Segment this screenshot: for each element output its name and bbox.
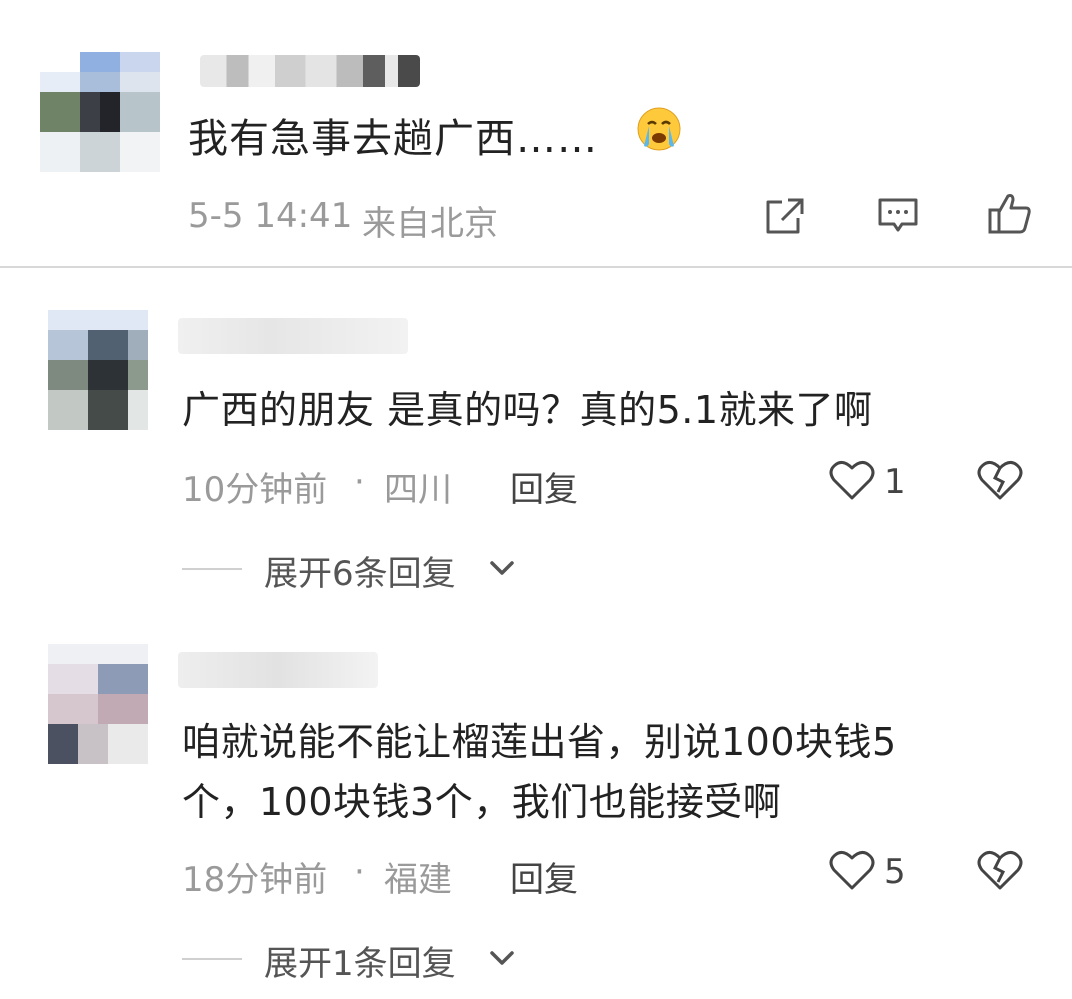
comment-avatar[interactable] [48, 310, 148, 430]
heart-icon[interactable] [828, 848, 876, 892]
reply-button[interactable]: 回复 [510, 852, 578, 901]
heart-icon[interactable] [828, 458, 876, 502]
post-author-avatar[interactable] [40, 52, 160, 172]
meta-separator: · [354, 852, 365, 892]
comment-time: 18分钟前 [182, 860, 328, 900]
post-divider [0, 266, 1072, 268]
like-count: 1 [884, 462, 906, 502]
comment-text-line-2: 个，100块钱3个，我们也能接受啊 [182, 780, 782, 824]
comment-region: 福建 [384, 860, 452, 900]
expand-replies-button[interactable]: 展开6条回复 [264, 546, 456, 595]
like-icon[interactable] [986, 190, 1034, 238]
post-text: 我有急事去趟广西…… [188, 116, 598, 162]
expand-dash [182, 568, 242, 570]
comment-text: 广西的朋友 是真的吗？真的5.1就来了啊 [182, 388, 873, 432]
comment-icon[interactable] [876, 196, 920, 236]
post-timestamp: 5-5 14:41 [188, 196, 353, 236]
dislike-icon[interactable] [976, 848, 1024, 892]
comment-region: 四川 [384, 470, 452, 510]
expand-dash [182, 958, 242, 960]
dislike-icon[interactable] [976, 458, 1024, 502]
comment-author-name-blurred[interactable] [178, 652, 378, 688]
post-author-name-blurred[interactable] [200, 55, 420, 87]
comment-text-line-1: 咱就说能不能让榴莲出省，别说100块钱5 [182, 720, 897, 764]
chevron-down-icon[interactable] [486, 554, 518, 582]
meta-separator: · [354, 462, 365, 502]
post-location: 来自北京 [362, 204, 498, 244]
comment-time: 10分钟前 [182, 470, 328, 510]
like-count: 5 [884, 852, 906, 892]
expand-replies-button[interactable]: 展开1条回复 [264, 936, 456, 985]
chevron-down-icon[interactable] [486, 944, 518, 972]
crying-emoji-icon [636, 106, 682, 152]
share-icon[interactable] [762, 196, 806, 236]
reply-button[interactable]: 回复 [510, 462, 578, 511]
comment-avatar[interactable] [48, 644, 148, 764]
comment-author-name-blurred[interactable] [178, 318, 408, 354]
